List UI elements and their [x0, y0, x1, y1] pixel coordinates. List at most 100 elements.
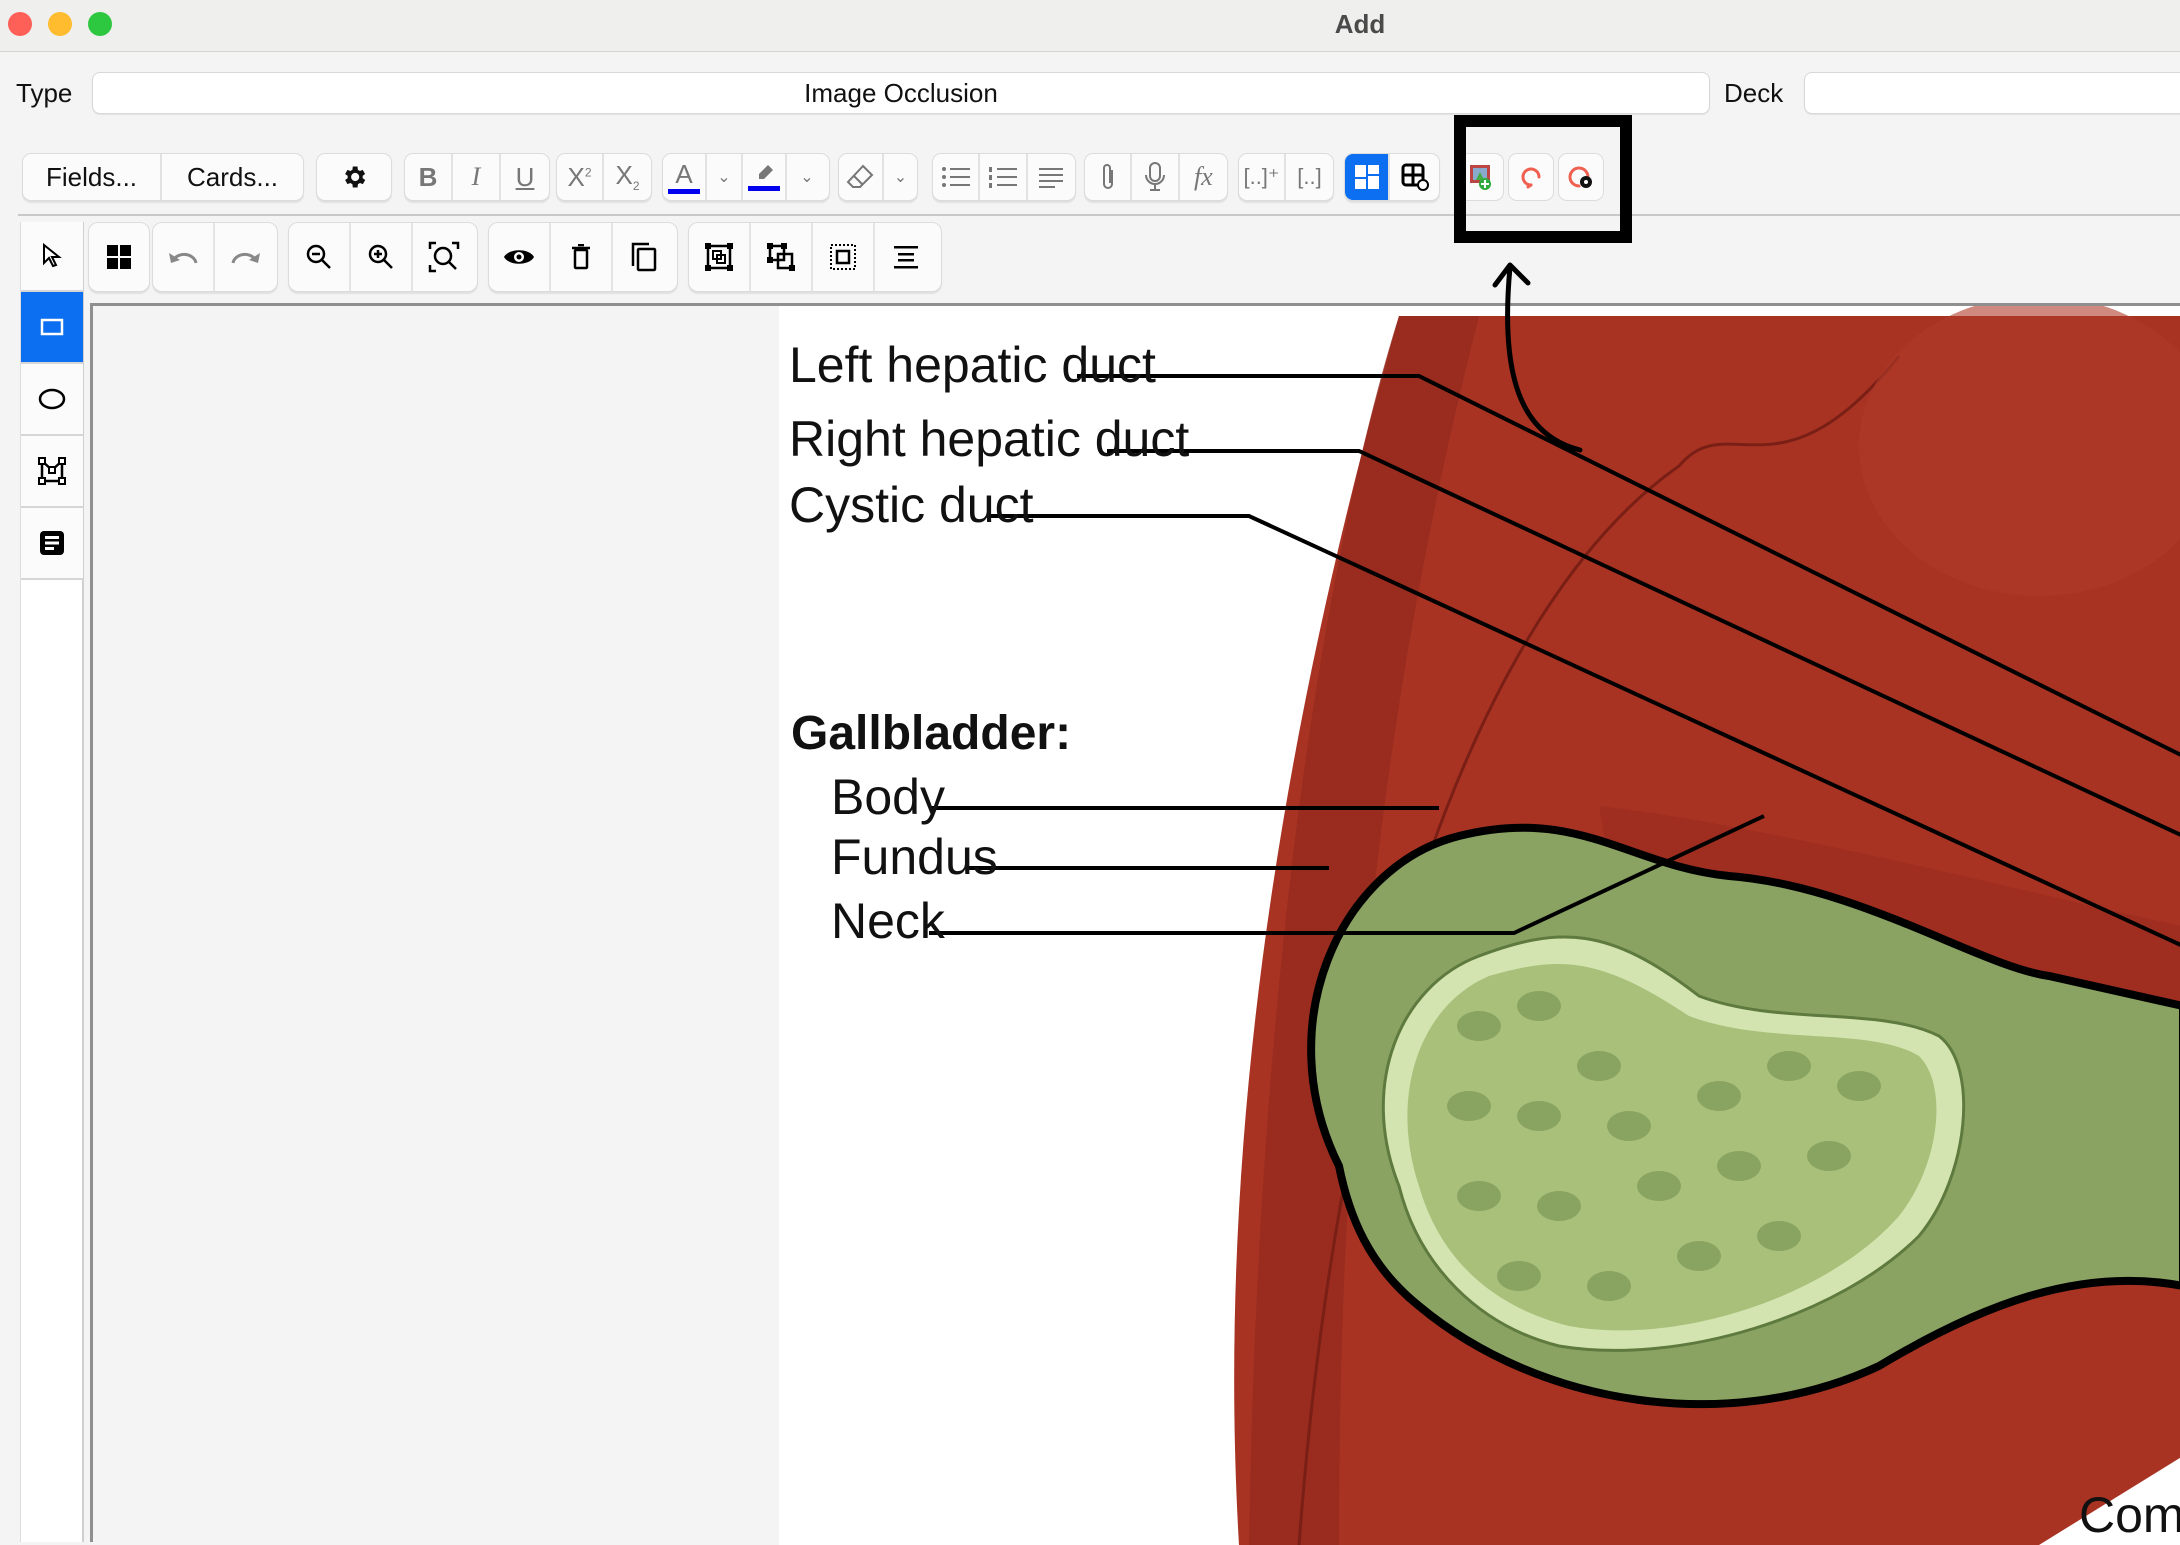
- text-color-icon: A: [675, 158, 693, 189]
- superscript-icon: X2: [567, 161, 592, 192]
- label-neck: Neck: [831, 893, 945, 949]
- bullet-list-icon: [941, 167, 970, 187]
- deck-label: Deck: [1724, 78, 1784, 108]
- label-right-hepatic-duct: Right hepatic duct: [789, 411, 1190, 467]
- gear-icon: [345, 166, 366, 188]
- subscript-button[interactable]: X2: [604, 154, 651, 200]
- chevron-down-icon: ⌄: [717, 169, 731, 186]
- format-group: B I U: [404, 153, 550, 201]
- zoom-group: [288, 222, 478, 292]
- image-occlusion-group: [1344, 153, 1440, 201]
- ordered-list-button[interactable]: [980, 154, 1028, 200]
- label-body: Body: [831, 769, 945, 825]
- numbered-list-icon: [989, 167, 1018, 188]
- text-tool[interactable]: [21, 508, 83, 580]
- toggle-masks-button[interactable]: [89, 223, 149, 291]
- cards-button[interactable]: Cards...: [162, 154, 303, 200]
- type-label: Type: [16, 78, 73, 108]
- ungroup-button[interactable]: [751, 223, 813, 291]
- mask-editor-button[interactable]: [1345, 154, 1391, 200]
- toggle-translucent-button[interactable]: [489, 223, 551, 291]
- eye-icon: [504, 250, 534, 264]
- underline-icon: U: [515, 161, 535, 192]
- mathjax-button[interactable]: fx: [1180, 154, 1227, 200]
- polygon-tool[interactable]: [21, 436, 83, 508]
- align-icon: [1039, 168, 1064, 188]
- text-color-swatch: [668, 188, 700, 194]
- label-common: Com: [2079, 1487, 2180, 1543]
- bold-icon: B: [418, 161, 438, 192]
- highlighter-icon: [759, 164, 773, 179]
- text-color-button[interactable]: A: [663, 154, 707, 200]
- undo-button[interactable]: [153, 223, 215, 291]
- ungroup-icon: [767, 243, 795, 271]
- settings-button[interactable]: [317, 154, 391, 200]
- script-group: X2 X2: [556, 153, 652, 201]
- shape-tool-palette: [20, 222, 84, 1542]
- group-icon: [705, 243, 733, 271]
- deck-selector[interactable]: [1804, 72, 2180, 114]
- zoom-out-icon: [306, 244, 331, 269]
- redo-button[interactable]: [215, 223, 277, 291]
- ellipse-tool[interactable]: [21, 364, 83, 436]
- polygon-icon: [38, 457, 66, 485]
- align-button[interactable]: [1028, 154, 1075, 200]
- select-all-button[interactable]: [813, 223, 875, 291]
- mask-toggle-group: [88, 222, 150, 292]
- delete-button[interactable]: [551, 223, 613, 291]
- text-icon: [40, 531, 64, 555]
- microphone-icon: [1145, 162, 1166, 191]
- fields-button[interactable]: Fields...: [23, 154, 163, 200]
- superscript-button[interactable]: X2: [557, 154, 605, 200]
- attach-button[interactable]: [1085, 154, 1133, 200]
- zoom-out-button[interactable]: [289, 223, 351, 291]
- rectangle-tool[interactable]: [21, 292, 83, 364]
- copy-icon: [631, 242, 657, 272]
- ellipse-icon: [38, 388, 66, 410]
- annotation-highlight-box: [1454, 115, 1632, 243]
- highlight-color-dropdown[interactable]: ⌄: [787, 154, 827, 200]
- trash-icon: [572, 244, 590, 270]
- cursor-icon: [43, 242, 62, 268]
- group-button[interactable]: [689, 223, 751, 291]
- eraser-button[interactable]: [839, 154, 884, 200]
- select-tool[interactable]: [21, 222, 83, 292]
- highlight-color-swatch: [748, 185, 780, 191]
- cloze-new-icon: [..]⁺: [1243, 164, 1280, 189]
- eraser-group: ⌄: [838, 153, 918, 201]
- undo-icon: [169, 252, 198, 264]
- record-button[interactable]: [1132, 154, 1180, 200]
- color-group: A ⌄ ⌄: [662, 153, 830, 201]
- align-center-icon: [894, 246, 918, 269]
- unordered-list-button[interactable]: [933, 154, 981, 200]
- italic-icon: I: [471, 162, 481, 191]
- occlusion-image[interactable]: Left hepatic duct Right hepatic duct Cys…: [779, 306, 2180, 1545]
- note-type-selector[interactable]: Image Occlusion: [92, 72, 1710, 114]
- label-fundus: Fundus: [831, 829, 998, 885]
- duplicate-button[interactable]: [613, 223, 675, 291]
- cloze-button[interactable]: [..]: [1286, 154, 1333, 200]
- mask-editor-icon: [1354, 165, 1379, 189]
- chevron-down-icon: ⌄: [800, 169, 814, 186]
- settings-group: [316, 153, 392, 201]
- title-bar: Add: [0, 0, 2180, 52]
- bold-button[interactable]: B: [405, 154, 453, 200]
- mask-editor-canvas[interactable]: Left hepatic duct Right hepatic duct Cys…: [90, 303, 2180, 1545]
- window-title: Add: [1334, 9, 1386, 39]
- editor-toolbar: Fields... Cards... B I U X2 X2 A ⌄ ⌄ ⌄ f…: [0, 153, 2180, 209]
- cloze-icon: [..]: [1297, 164, 1322, 189]
- arrow-curve: [1505, 264, 1583, 453]
- underline-button[interactable]: U: [501, 154, 549, 200]
- mask-toggle-icon: [107, 245, 131, 269]
- change-image-button[interactable]: [1390, 154, 1439, 200]
- label-cystic-duct: Cystic duct: [789, 477, 1034, 533]
- italic-button[interactable]: I: [453, 154, 501, 200]
- zoom-in-button[interactable]: [351, 223, 413, 291]
- eraser-dropdown[interactable]: ⌄: [884, 154, 917, 200]
- zoom-fit-button[interactable]: [413, 223, 475, 291]
- cloze-new-button[interactable]: [..]⁺: [1239, 154, 1287, 200]
- highlight-color-button[interactable]: [743, 154, 787, 200]
- text-color-dropdown[interactable]: ⌄: [707, 154, 743, 200]
- alignment-button[interactable]: [875, 223, 937, 291]
- toolbar-divider: [18, 214, 2180, 216]
